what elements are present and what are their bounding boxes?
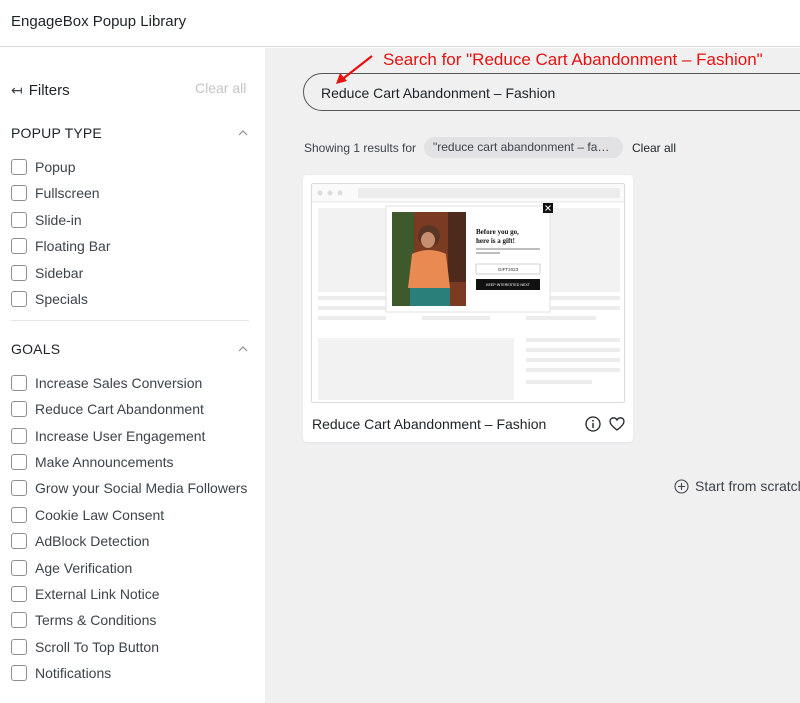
arrow-left-bar-icon: ↤: [11, 81, 23, 98]
app-header: EngageBox Popup Library: [0, 0, 800, 47]
filter-goal-terms[interactable]: Terms & Conditions: [11, 611, 156, 629]
checkbox[interactable]: [11, 560, 27, 576]
page-title: EngageBox Popup Library: [11, 13, 187, 30]
checkbox[interactable]: [11, 265, 27, 281]
filter-option-label: Make Announcements: [35, 454, 174, 470]
checkbox[interactable]: [11, 639, 27, 655]
preview-illustration: Before you go, here is a gift! GIFT2023 …: [312, 184, 624, 400]
checkbox[interactable]: [11, 480, 27, 496]
filter-option-floating-bar[interactable]: Floating Bar: [11, 237, 110, 255]
checkbox[interactable]: [11, 159, 27, 175]
filter-goal-cookie-consent[interactable]: Cookie Law Consent: [11, 506, 164, 524]
search-input[interactable]: Reduce Cart Abandonment – Fashion: [303, 73, 800, 111]
annotation-text: Search for "Reduce Cart Abandonment – Fa…: [383, 50, 763, 69]
filter-option-label: Slide-in: [35, 212, 82, 228]
annotation-arrow-icon: [336, 55, 373, 84]
search-value: Reduce Cart Abandonment – Fashion: [321, 85, 556, 101]
clear-search-button[interactable]: Clear all: [632, 141, 676, 155]
checkbox[interactable]: [11, 507, 27, 523]
filter-goal-increase-sales[interactable]: Increase Sales Conversion: [11, 374, 202, 392]
filters-toggle[interactable]: ↤ Filters: [11, 80, 70, 100]
info-icon[interactable]: [585, 416, 601, 432]
filter-option-label: Fullscreen: [35, 185, 100, 201]
filter-option-label: Cookie Law Consent: [35, 507, 165, 523]
query-chip[interactable]: "reduce cart abandonment – fashion": [424, 137, 623, 158]
checkbox[interactable]: [11, 533, 27, 549]
svg-text:GIFT2023: GIFT2023: [498, 267, 519, 272]
checkbox[interactable]: [11, 238, 27, 254]
filter-option-label: AdBlock Detection: [35, 533, 150, 549]
filter-option-label: Terms & Conditions: [35, 612, 157, 628]
section-divider: [11, 320, 249, 321]
filter-goal-age-verification[interactable]: Age Verification: [11, 559, 132, 577]
filter-goal-external-link[interactable]: External Link Notice: [11, 585, 160, 603]
filter-option-label: Scroll To Top Button: [35, 639, 160, 655]
plus-circle-icon: [674, 478, 689, 494]
start-from-scratch-button[interactable]: Start from scratch: [674, 478, 800, 494]
checkbox[interactable]: [11, 212, 27, 228]
goals-heading: GOALS: [11, 341, 61, 357]
filter-option-label: Increase Sales Conversion: [35, 375, 203, 391]
filter-goal-announcements[interactable]: Make Announcements: [11, 453, 174, 471]
template-title: Reduce Cart Abandonment – Fashion: [312, 416, 547, 432]
chevron-up-icon[interactable]: [238, 128, 248, 138]
checkbox[interactable]: [11, 454, 27, 470]
filter-option-label: Age Verification: [35, 560, 133, 576]
filter-option-label: Grow your Social Media Followers: [35, 480, 248, 496]
checkbox[interactable]: [11, 401, 27, 417]
start-from-scratch-label: Start from scratch: [695, 478, 800, 494]
filter-goal-social-followers[interactable]: Grow your Social Media Followers: [11, 479, 247, 497]
filter-goal-notifications[interactable]: Notifications: [11, 664, 111, 682]
checkbox[interactable]: [11, 185, 27, 201]
svg-text:Before you go,: Before you go,: [476, 228, 519, 236]
filter-option-specials[interactable]: Specials: [11, 290, 88, 308]
filter-goal-user-engagement[interactable]: Increase User Engagement: [11, 427, 205, 445]
chevron-up-icon[interactable]: [238, 344, 248, 354]
filter-option-label: Increase User Engagement: [35, 428, 206, 444]
filter-option-label: External Link Notice: [35, 586, 160, 602]
filter-goal-adblock[interactable]: AdBlock Detection: [11, 532, 149, 550]
checkbox[interactable]: [11, 291, 27, 307]
filter-option-sidebar[interactable]: Sidebar: [11, 264, 83, 282]
filter-option-label: Floating Bar: [35, 238, 111, 254]
filter-option-fullscreen[interactable]: Fullscreen: [11, 184, 100, 202]
checkbox[interactable]: [11, 612, 27, 628]
clear-all-filters-button[interactable]: Clear all: [195, 80, 246, 96]
filter-option-label: Specials: [35, 291, 88, 307]
filter-option-label: Popup: [35, 159, 76, 175]
filter-option-slide-in[interactable]: Slide-in: [11, 211, 82, 229]
popup-type-heading: POPUP TYPE: [11, 125, 102, 141]
template-preview[interactable]: Before you go, here is a gift! GIFT2023 …: [311, 183, 625, 403]
filter-option-label: Reduce Cart Abandonment: [35, 401, 204, 417]
filter-option-label: Sidebar: [35, 265, 84, 281]
filter-option-popup[interactable]: Popup: [11, 158, 75, 176]
svg-text:KEEP INTERESTED NEXT: KEEP INTERESTED NEXT: [486, 283, 531, 287]
results-count: Showing 1 results for: [304, 141, 417, 155]
checkbox[interactable]: [11, 665, 27, 681]
template-card[interactable]: Before you go, here is a gift! GIFT2023 …: [303, 175, 633, 442]
heart-icon[interactable]: [609, 416, 625, 432]
filter-option-label: Notifications: [35, 665, 112, 681]
checkbox[interactable]: [11, 375, 27, 391]
filter-goal-scroll-top[interactable]: Scroll To Top Button: [11, 638, 159, 656]
filters-label: Filters: [28, 81, 70, 99]
checkbox[interactable]: [11, 586, 27, 602]
svg-text:here is a gift!: here is a gift!: [476, 237, 515, 245]
checkbox[interactable]: [11, 428, 27, 444]
filter-goal-reduce-cart[interactable]: Reduce Cart Abandonment: [11, 400, 204, 418]
